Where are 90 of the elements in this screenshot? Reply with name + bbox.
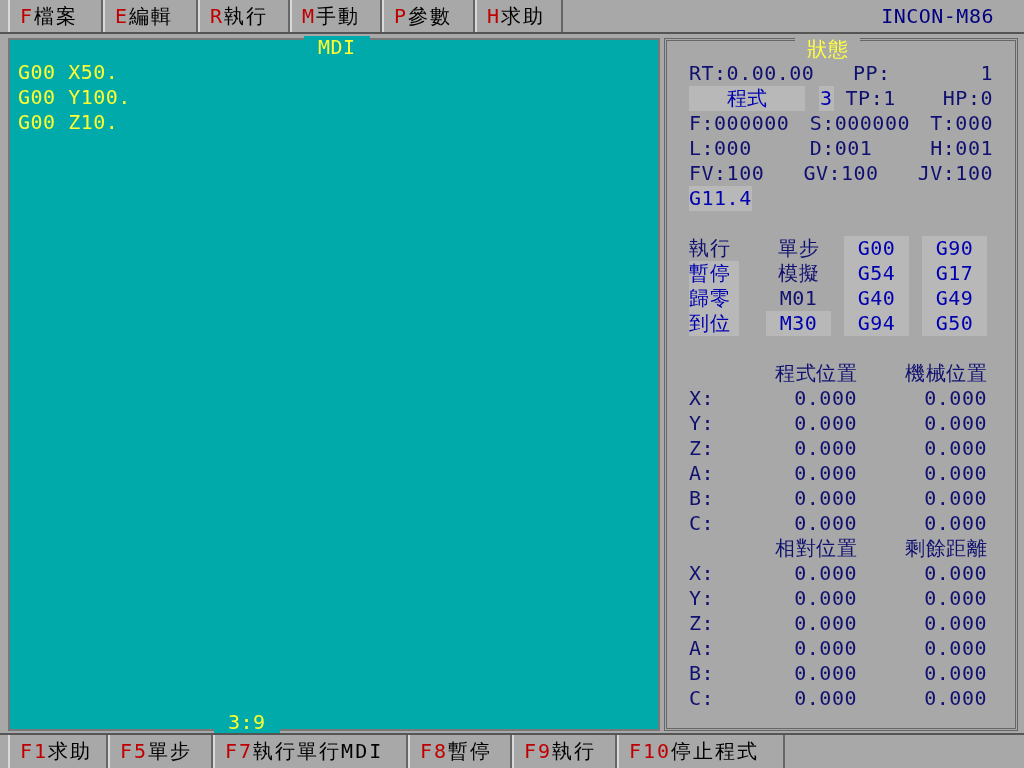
active-g-code: G11.4 bbox=[689, 186, 752, 211]
code-line: G00 Z10. bbox=[18, 110, 120, 135]
position-value: 0.000 bbox=[793, 561, 857, 586]
status-label: 歸零 bbox=[689, 286, 739, 311]
axis-label: Z: bbox=[689, 436, 716, 461]
status-value: JV:100 bbox=[917, 161, 993, 186]
position-value: 0.000 bbox=[793, 611, 857, 636]
function-key[interactable]: F5單步 bbox=[108, 735, 213, 768]
position-value: 0.000 bbox=[793, 486, 857, 511]
menu-item[interactable]: R執行 bbox=[198, 0, 290, 32]
pp-label: PP: bbox=[853, 61, 891, 86]
position-header: 程式位置 bbox=[774, 361, 857, 386]
position-value: 0.000 bbox=[793, 461, 857, 486]
position-value: 0.000 bbox=[923, 486, 987, 511]
position-value: 0.000 bbox=[793, 636, 857, 661]
axis-label: A: bbox=[689, 636, 716, 661]
axis-label: Y: bbox=[689, 411, 716, 436]
status-value: F:000000 bbox=[689, 111, 790, 136]
position-value: 0.000 bbox=[923, 561, 987, 586]
position-value: 0.000 bbox=[923, 586, 987, 611]
menu-item[interactable]: M手動 bbox=[290, 0, 382, 32]
pp-value: 1 bbox=[980, 61, 993, 86]
position-value: 0.000 bbox=[923, 461, 987, 486]
position-value: 0.000 bbox=[793, 436, 857, 461]
function-key[interactable]: F10停止程式 bbox=[617, 735, 785, 768]
status-label: M30 bbox=[766, 311, 831, 336]
modal-code: G00 bbox=[856, 236, 897, 261]
modal-code: G17 bbox=[934, 261, 975, 286]
status-value: S:000000 bbox=[809, 111, 910, 136]
axis-label: B: bbox=[689, 661, 716, 686]
menu-item[interactable]: E編輯 bbox=[103, 0, 198, 32]
menu-item[interactable]: P參數 bbox=[382, 0, 475, 32]
status-label: M01 bbox=[778, 286, 819, 311]
status-value: T:000 bbox=[930, 111, 993, 136]
function-key[interactable]: F8暫停 bbox=[408, 735, 512, 768]
status-label: 到位 bbox=[689, 311, 739, 336]
mode-number: 3 bbox=[819, 86, 834, 111]
modal-code: G50 bbox=[934, 311, 975, 336]
position-value: 0.000 bbox=[923, 611, 987, 636]
position-value: 0.000 bbox=[793, 511, 857, 536]
axis-label: B: bbox=[689, 486, 716, 511]
position-value: 0.000 bbox=[793, 386, 857, 411]
status-value: L:000 bbox=[689, 136, 752, 161]
status-value: FV:100 bbox=[689, 161, 765, 186]
menu-item[interactable]: F檔案 bbox=[8, 0, 103, 32]
modal-code: G94 bbox=[856, 311, 897, 336]
menu-item[interactable]: H求助 bbox=[475, 0, 563, 32]
function-key[interactable]: F9執行 bbox=[512, 735, 617, 768]
status-value: D:001 bbox=[809, 136, 873, 161]
position-value: 0.000 bbox=[923, 386, 987, 411]
axis-label: C: bbox=[689, 511, 716, 536]
tp-value: TP:1 bbox=[845, 86, 896, 111]
position-value: 0.000 bbox=[923, 636, 987, 661]
run-time: RT:0.00.00 bbox=[689, 61, 815, 86]
position-value: 0.000 bbox=[793, 686, 857, 711]
position-header: 相對位置 bbox=[774, 536, 857, 561]
position-value: 0.000 bbox=[923, 686, 987, 711]
position-value: 0.000 bbox=[923, 411, 987, 436]
status-value: GV:100 bbox=[803, 161, 879, 186]
axis-label: X: bbox=[689, 561, 716, 586]
brand-label: INCON-M86 bbox=[881, 4, 994, 28]
status-label: 單步 bbox=[777, 236, 820, 261]
status-label: 模擬 bbox=[777, 261, 820, 286]
axis-label: Z: bbox=[689, 611, 716, 636]
code-line: G00 Y100. bbox=[18, 85, 132, 110]
function-key[interactable]: F7執行單行MDI bbox=[213, 735, 408, 768]
axis-label: Y: bbox=[689, 586, 716, 611]
status-label: 執行 bbox=[689, 236, 731, 261]
status-label: 暫停 bbox=[689, 261, 739, 286]
hp-value: HP:0 bbox=[942, 86, 993, 111]
mode-indicator: 程式 bbox=[689, 86, 805, 111]
position-value: 0.000 bbox=[793, 586, 857, 611]
modal-code: G49 bbox=[934, 286, 975, 311]
position-header: 機械位置 bbox=[904, 361, 987, 386]
position-header: 剩餘距離 bbox=[904, 536, 987, 561]
status-value: H:001 bbox=[930, 136, 993, 161]
position-value: 0.000 bbox=[793, 411, 857, 436]
axis-label: X: bbox=[689, 386, 716, 411]
function-key[interactable]: F1求助 bbox=[8, 735, 108, 768]
position-value: 0.000 bbox=[923, 661, 987, 686]
status-title: 狀態 bbox=[795, 37, 860, 61]
position-value: 0.000 bbox=[793, 661, 857, 686]
position-value: 0.000 bbox=[923, 436, 987, 461]
code-line: G00 X50. bbox=[18, 60, 120, 85]
axis-label: A: bbox=[689, 461, 716, 486]
axis-label: C: bbox=[689, 686, 716, 711]
position-value: 0.000 bbox=[923, 511, 987, 536]
modal-code: G54 bbox=[856, 261, 897, 286]
modal-code: G90 bbox=[934, 236, 975, 261]
modal-code: G40 bbox=[856, 286, 897, 311]
